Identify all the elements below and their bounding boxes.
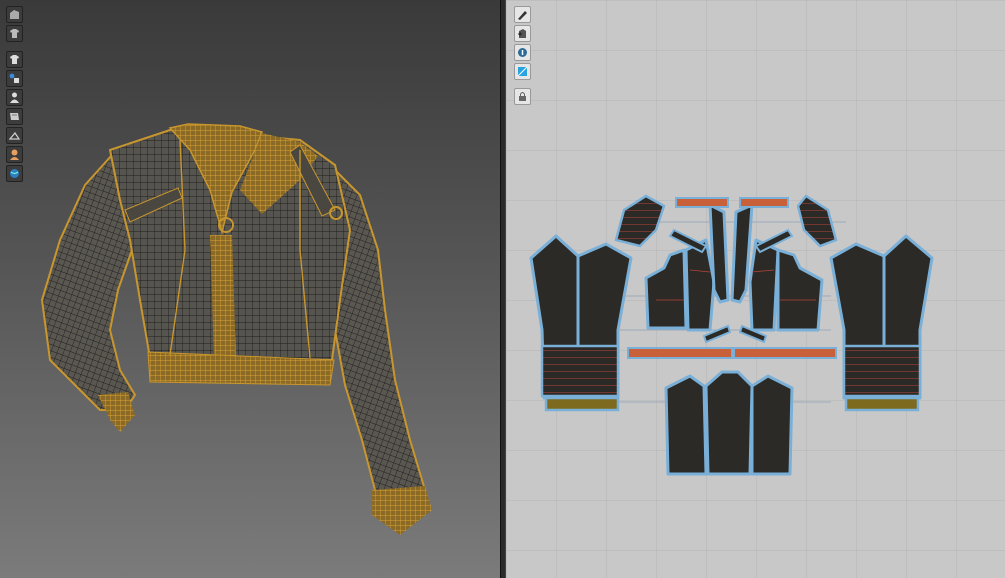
pattern-add-icon — [518, 29, 526, 38]
pattern-piece-strap-top-right — [739, 197, 789, 208]
pattern-piece-waistband-right — [733, 347, 837, 359]
pattern-canvas[interactable] — [506, 0, 1005, 578]
pattern-piece-sleeve-band-left — [540, 344, 620, 398]
pattern-piece-back-right — [750, 374, 794, 476]
pattern-lock-button[interactable] — [514, 88, 531, 105]
pattern-piece-waistband-left — [627, 347, 733, 359]
pattern-piece-center-placket — [708, 203, 730, 304]
texture-square-icon — [517, 66, 528, 77]
pattern-add-button[interactable] — [514, 25, 531, 42]
jacket-3d-model[interactable] — [0, 0, 500, 578]
pattern-lock-icon — [519, 92, 526, 101]
info-pin-button[interactable] — [514, 44, 531, 61]
pattern-piece-back-center — [704, 370, 754, 476]
pen-tool-icon — [518, 11, 527, 20]
pattern-piece-cuff-left — [544, 396, 620, 412]
3d-viewport[interactable] — [0, 0, 500, 578]
pattern-piece-back-left — [664, 374, 708, 476]
info-pin-icon — [518, 48, 527, 57]
2d-toolbar — [514, 6, 531, 105]
pattern-piece-front-left-inner — [684, 238, 716, 332]
texture-square-button[interactable] — [514, 63, 531, 80]
pattern-piece-cuff-right — [844, 396, 920, 412]
pen-tool-button[interactable] — [514, 6, 531, 23]
2d-pattern-window[interactable] — [506, 0, 1005, 578]
pattern-piece-front-right — [748, 238, 780, 332]
pattern-piece-strap-top-left — [675, 197, 729, 208]
pattern-piece-sleeve-band-right — [842, 344, 922, 398]
